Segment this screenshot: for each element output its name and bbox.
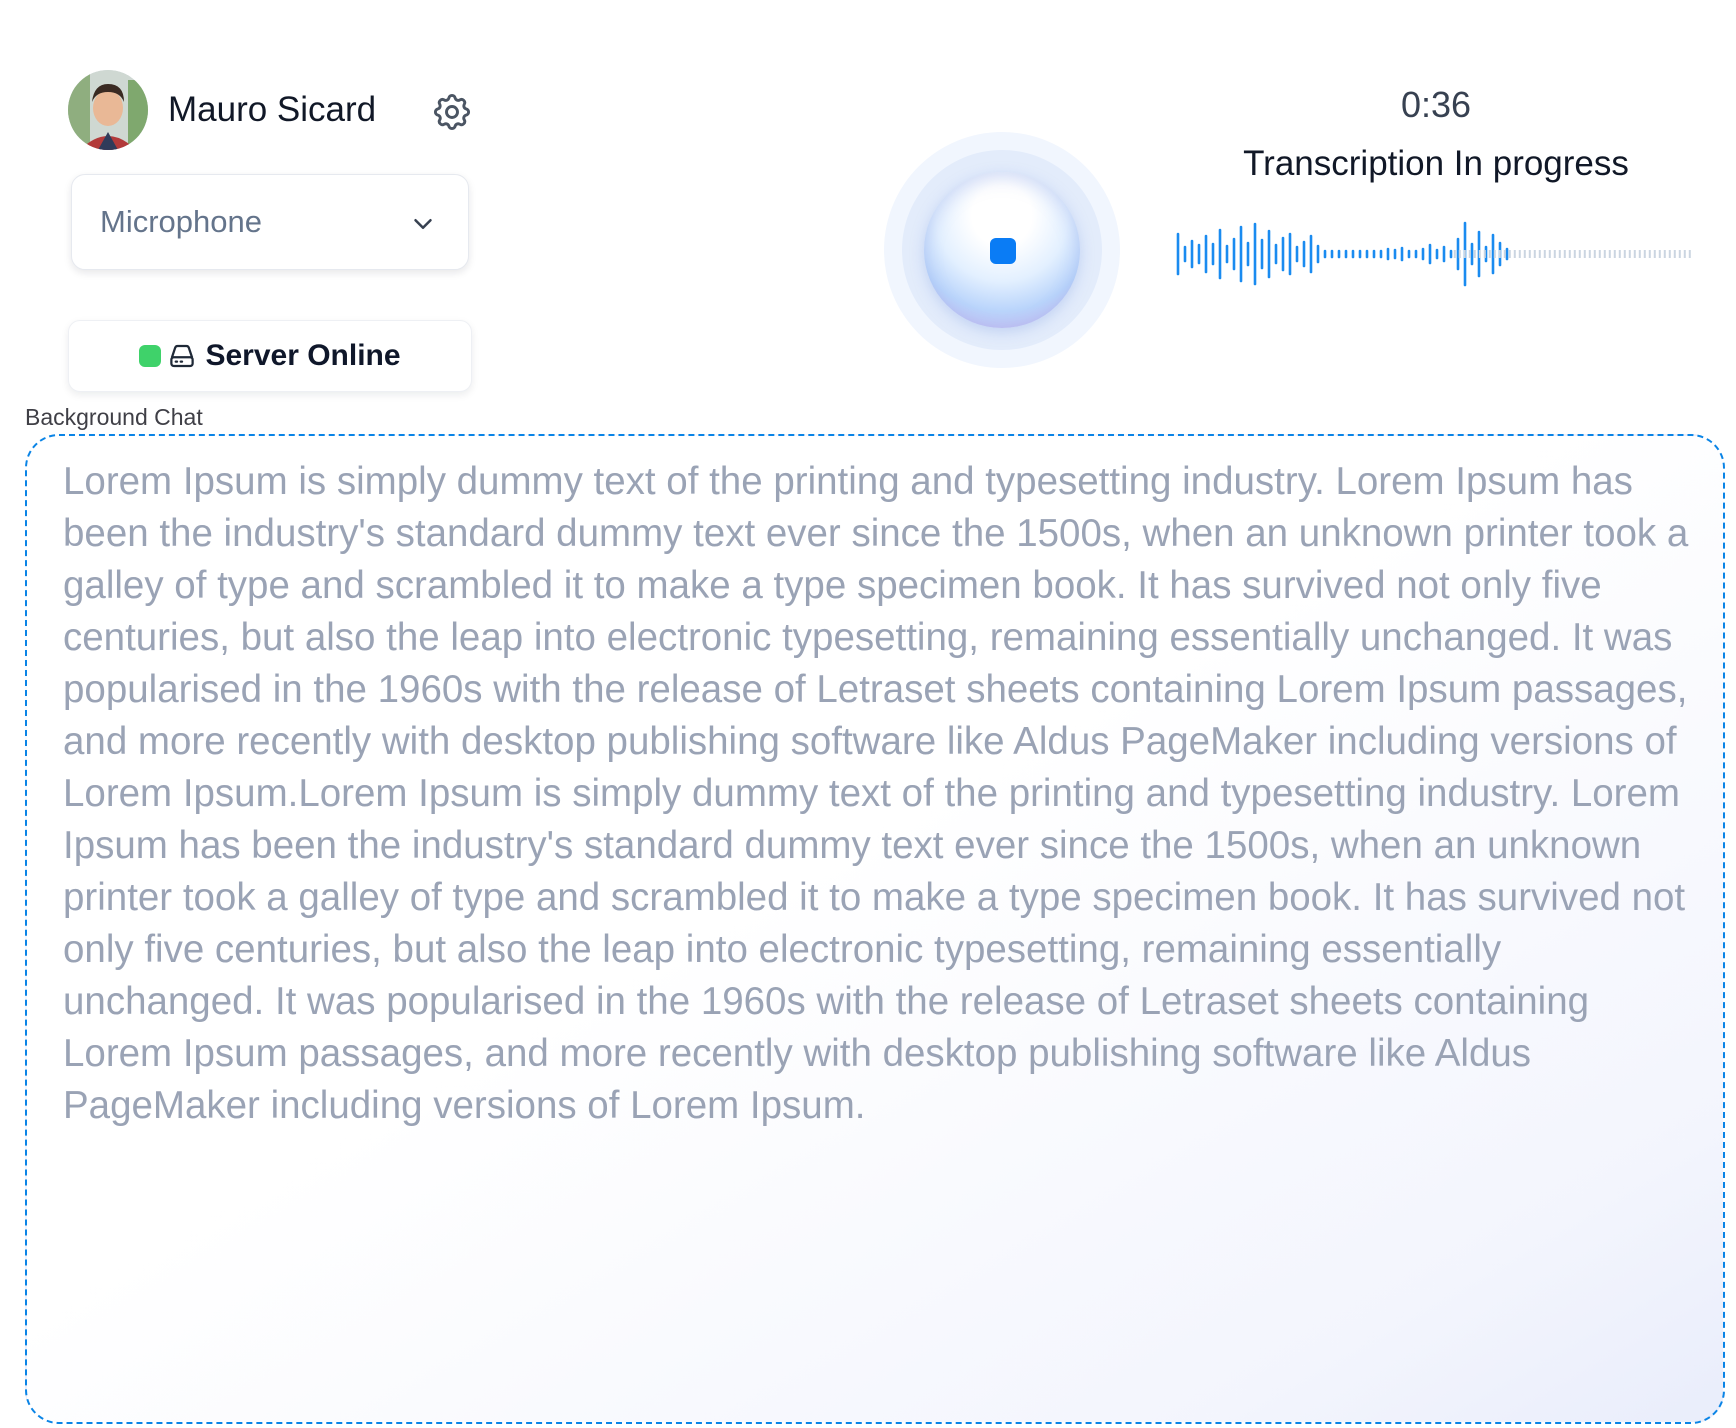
record-stop-button[interactable] <box>884 132 1120 368</box>
server-status-badge: Server Online <box>68 320 472 392</box>
user-profile: Mauro Sicard <box>68 70 471 150</box>
user-name: Mauro Sicard <box>168 90 377 129</box>
server-status-label: Server Online <box>205 339 401 372</box>
gear-icon <box>433 93 471 131</box>
chat-text: Lorem Ipsum is simply dummy text of the … <box>63 460 1689 1127</box>
avatar[interactable] <box>68 70 148 150</box>
chevron-down-icon <box>414 219 432 229</box>
background-chat-label: Background Chat <box>25 404 203 430</box>
audio-waveform <box>1176 221 1691 287</box>
server-icon <box>170 344 195 368</box>
status-dot <box>139 345 162 367</box>
stop-icon <box>990 238 1016 264</box>
recording-timer: 0:36 <box>1400 84 1472 125</box>
background-chat-area[interactable]: Lorem Ipsum is simply dummy text of the … <box>25 434 1725 1424</box>
input-source-value: Microphone <box>100 204 262 239</box>
user-avatar-photo-icon <box>68 70 148 150</box>
transcription-status: Transcription In progress <box>1243 144 1629 183</box>
settings-button[interactable] <box>428 88 476 136</box>
input-source-select[interactable]: Microphone <box>71 174 469 270</box>
